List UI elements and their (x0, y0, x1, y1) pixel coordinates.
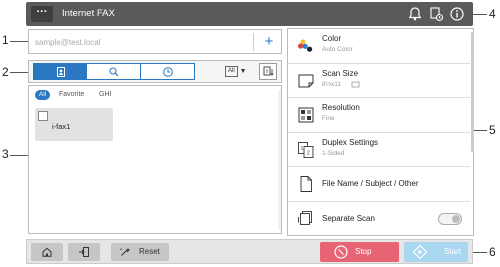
callout-3-line (10, 155, 28, 156)
bell-icon[interactable] (406, 5, 424, 23)
stop-button[interactable]: Stop (320, 242, 399, 262)
header-bar: ··· Internet FAX (26, 2, 473, 26)
setting-title: Scan Size (322, 68, 359, 78)
address-checkbox[interactable] (38, 111, 48, 121)
callout-6: 6 (489, 245, 496, 259)
address-mode-bar: All ▼ (28, 60, 282, 83)
export-icon (79, 247, 89, 257)
history-tab[interactable] (141, 63, 195, 80)
reset-label: Reset (139, 247, 160, 256)
reset-icon (120, 248, 130, 256)
settings-panel: Color Auto Color Scan Size 8½x11 Resolut… (287, 28, 474, 236)
start-icon (412, 244, 428, 260)
tab-all[interactable]: All (35, 90, 50, 100)
add-address-button[interactable]: + (259, 32, 279, 52)
setting-title: Duplex Settings (322, 137, 379, 147)
history-icon (163, 67, 173, 77)
callout-1-line (10, 41, 28, 42)
info-icon[interactable] (448, 5, 466, 23)
list-scrollbar[interactable] (278, 90, 281, 230)
job-status-icon[interactable] (427, 5, 445, 23)
callout-6-line (473, 252, 487, 253)
svg-text:1: 1 (301, 146, 304, 152)
footer-bar: Reset Stop Start (26, 239, 473, 264)
callout-4-line (473, 14, 487, 15)
setting-value: 1-Sided (322, 149, 345, 157)
address-divider (253, 33, 254, 51)
chevron-down-icon: ▼ (239, 68, 247, 75)
callout-3: 3 (2, 147, 9, 161)
search-icon (109, 67, 119, 77)
address-card[interactable]: i-fax1 (35, 108, 113, 141)
setting-title: Color (322, 34, 342, 43)
stop-label: Stop (355, 247, 372, 256)
setting-title: Resolution (322, 103, 360, 113)
app-title: Internet FAX (62, 8, 115, 19)
callout-2-line (10, 72, 28, 73)
callout-1: 1 (2, 33, 9, 47)
sort-icon (263, 66, 274, 76)
address-name: i-fax1 (52, 122, 71, 131)
home-icon (42, 247, 52, 257)
address-input[interactable] (35, 35, 245, 49)
tab-ghi[interactable]: GHI (99, 90, 111, 100)
sort-button[interactable] (259, 63, 277, 80)
home-button[interactable] (31, 243, 63, 261)
address-book-icon (57, 67, 65, 77)
menu-button[interactable]: ··· (31, 6, 53, 22)
document-icon (300, 176, 312, 193)
callout-5-line (474, 130, 487, 131)
settings-scrollbar[interactable] (471, 32, 474, 152)
setting-scan-size[interactable]: Scan Size 8½x11 (288, 64, 470, 99)
tab-favorite[interactable]: Favorite (59, 90, 84, 100)
setting-title: File Name / Subject / Other (322, 179, 419, 189)
scan-size-icon (298, 74, 314, 88)
address-field: + (28, 29, 282, 54)
setting-value: Fine (322, 115, 335, 123)
separate-scan-icon (298, 211, 312, 225)
start-label: Start (444, 247, 461, 256)
resolution-icon (298, 107, 314, 123)
separate-scan-toggle[interactable] (438, 213, 462, 225)
setting-value: Auto Color (322, 46, 353, 53)
setting-value: 8½x11 (322, 80, 342, 88)
setting-duplex[interactable]: 12 Duplex Settings 1-Sided (288, 133, 470, 168)
landscape-paper-icon (351, 81, 360, 87)
callout-5: 5 (489, 123, 496, 137)
setting-color[interactable]: Color Auto Color (288, 29, 470, 64)
callout-4: 4 (489, 7, 496, 21)
start-button[interactable]: Start (404, 242, 468, 262)
filter-value: All (225, 66, 238, 77)
setting-file-name[interactable]: File Name / Subject / Other (288, 167, 470, 202)
filter-dropdown[interactable]: All ▼ (225, 65, 253, 78)
reset-button[interactable]: Reset (111, 243, 169, 261)
search-tab[interactable] (87, 63, 141, 80)
svg-text:2: 2 (307, 150, 310, 156)
address-list-panel: All Favorite GHI i-fax1 (28, 85, 282, 234)
export-button[interactable] (68, 243, 100, 261)
duplex-icon: 12 (298, 141, 314, 158)
color-icon (298, 39, 313, 52)
setting-resolution[interactable]: Resolution Fine (288, 98, 470, 133)
toggle-knob (452, 215, 460, 223)
callout-2: 2 (2, 65, 9, 79)
stop-icon (334, 245, 348, 259)
setting-title: Separate Scan (322, 214, 375, 223)
setting-separate-scan[interactable]: Separate Scan (288, 202, 470, 237)
address-book-tab[interactable] (33, 63, 87, 80)
